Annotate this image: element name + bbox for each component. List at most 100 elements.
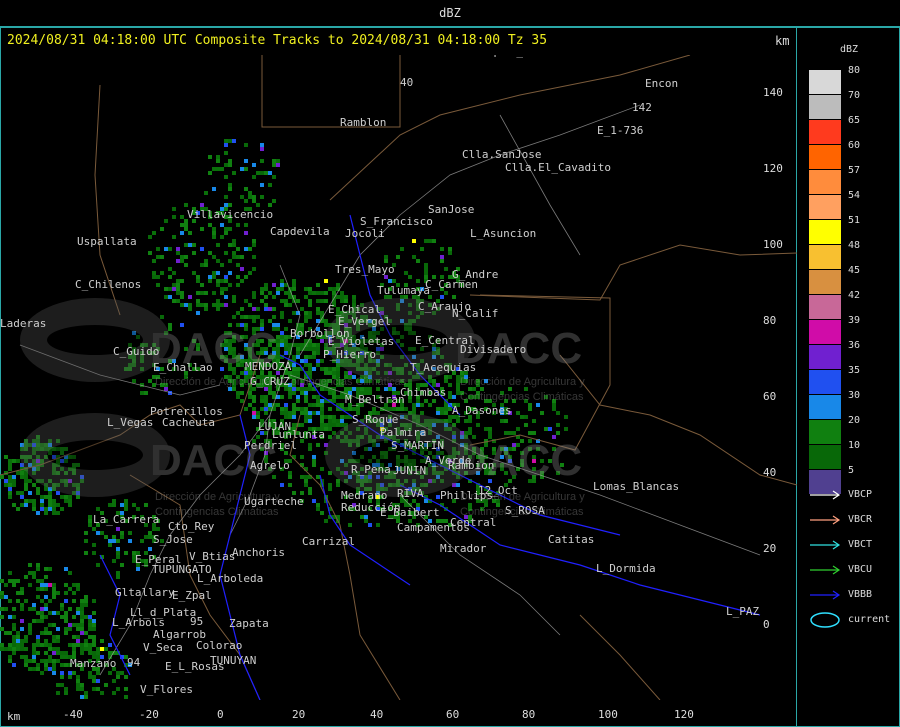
echo-pixel bbox=[556, 431, 560, 435]
echo-pixel bbox=[272, 159, 276, 163]
place-label: C_Carmen bbox=[425, 278, 478, 291]
echo-pixel bbox=[236, 311, 240, 315]
echo-pixel bbox=[240, 307, 244, 311]
echo-pixel bbox=[280, 483, 284, 487]
echo-pixel bbox=[248, 247, 252, 251]
echo-pixel bbox=[8, 643, 12, 647]
echo-pixel bbox=[260, 395, 264, 399]
place-label: Uspallata bbox=[77, 235, 137, 248]
echo-pixel bbox=[192, 271, 196, 275]
echo-pixel bbox=[468, 419, 472, 423]
echo-pixel bbox=[264, 295, 268, 299]
echo-pixel bbox=[20, 587, 24, 591]
echo-pixel bbox=[316, 443, 320, 447]
echo-pixel bbox=[216, 303, 220, 307]
echo-pixel bbox=[292, 283, 296, 287]
echo-pixel bbox=[72, 615, 76, 619]
place-label: Palmira bbox=[380, 426, 426, 439]
echo-pixel bbox=[28, 563, 32, 567]
echo-pixel bbox=[292, 355, 296, 359]
echo-pixel bbox=[232, 315, 236, 319]
x-tick-label: 60 bbox=[446, 708, 460, 721]
echo-pixel bbox=[0, 647, 4, 651]
echo-pixel bbox=[48, 655, 52, 659]
echo-pixel bbox=[56, 591, 60, 595]
svg-text:Dirección de Agricultura y: Dirección de Agricultura y bbox=[460, 376, 585, 388]
echo-pixel bbox=[120, 503, 124, 507]
echo-pixel bbox=[340, 415, 344, 419]
echo-pixel bbox=[100, 639, 104, 643]
place-label: Carrizal bbox=[302, 535, 355, 548]
echo-pixel bbox=[28, 499, 32, 503]
echo-pixel bbox=[320, 311, 324, 315]
echo-pixel bbox=[184, 227, 188, 231]
place-label: Laderas bbox=[0, 317, 46, 330]
echo-pixel bbox=[180, 259, 184, 263]
echo-pixel bbox=[20, 503, 24, 507]
echo-pixel bbox=[80, 611, 84, 615]
echo-pixel bbox=[296, 299, 300, 303]
echo-pixel bbox=[500, 419, 504, 423]
echo-pixel bbox=[488, 431, 492, 435]
echo-pixel bbox=[408, 399, 412, 403]
place-label: L_Arboleda bbox=[197, 572, 263, 585]
place-label: R_Pena bbox=[351, 463, 391, 476]
y-tick-label: 0 bbox=[763, 618, 770, 631]
echo-pixel bbox=[76, 639, 80, 643]
echo-pixel bbox=[88, 615, 92, 619]
echo-pixel bbox=[316, 359, 320, 363]
echo-pixel bbox=[528, 431, 532, 435]
echo-pixel bbox=[68, 627, 72, 631]
echo-pixel bbox=[16, 639, 20, 643]
echo-pixel bbox=[84, 639, 88, 643]
echo-pixel bbox=[4, 607, 8, 611]
echo-pixel bbox=[36, 635, 40, 639]
echo-pixel bbox=[340, 423, 344, 427]
echo-pixel bbox=[236, 223, 240, 227]
echo-pixel bbox=[416, 279, 420, 283]
echo-pixel bbox=[564, 427, 568, 431]
echo-pixel bbox=[240, 255, 244, 259]
echo-pixel bbox=[328, 391, 332, 395]
echo-pixel bbox=[124, 675, 128, 679]
place-label: RIVA bbox=[397, 487, 424, 500]
echo-pixel bbox=[16, 579, 20, 583]
echo-pixel bbox=[276, 159, 280, 163]
echo-pixel bbox=[320, 367, 324, 371]
echo-pixel bbox=[208, 155, 212, 159]
echo-pixel bbox=[264, 407, 268, 411]
echo-pixel bbox=[228, 187, 232, 191]
echo-pixel bbox=[96, 563, 100, 567]
place-label: Perdriel bbox=[244, 439, 297, 452]
echo-pixel bbox=[0, 591, 4, 595]
echo-pixel bbox=[116, 571, 120, 575]
x-tick-label: -20 bbox=[139, 708, 159, 721]
echo-pixel bbox=[192, 243, 196, 247]
echo-pixel bbox=[400, 247, 404, 251]
echo-pixel bbox=[36, 667, 40, 671]
echo-pixel bbox=[88, 651, 92, 655]
echo-pixel bbox=[332, 423, 336, 427]
echo-pixel bbox=[416, 403, 420, 407]
echo-pixel bbox=[292, 407, 296, 411]
echo-pixel bbox=[80, 623, 84, 627]
echo-pixel bbox=[176, 251, 180, 255]
echo-pixel bbox=[288, 303, 292, 307]
echo-pixel bbox=[316, 403, 320, 407]
scale-swatch bbox=[809, 70, 841, 94]
echo-pixel bbox=[52, 595, 56, 599]
echo-pixel bbox=[44, 567, 48, 571]
radar-map[interactable]: DACC Dirección de Agricultura y Continge… bbox=[0, 55, 797, 700]
echo-pixel bbox=[104, 683, 108, 687]
echo-pixel bbox=[52, 503, 56, 507]
echo-pixel bbox=[24, 635, 28, 639]
echo-pixel bbox=[312, 411, 316, 415]
place-label: S_Jose bbox=[153, 533, 193, 546]
echo-pixel bbox=[8, 655, 12, 659]
echo-pixel bbox=[220, 263, 224, 267]
echo-pixel bbox=[536, 403, 540, 407]
echo-pixel bbox=[92, 643, 96, 647]
echo-pixel bbox=[232, 139, 236, 143]
echo-pixel bbox=[308, 363, 312, 367]
echo-pixel bbox=[168, 275, 172, 279]
